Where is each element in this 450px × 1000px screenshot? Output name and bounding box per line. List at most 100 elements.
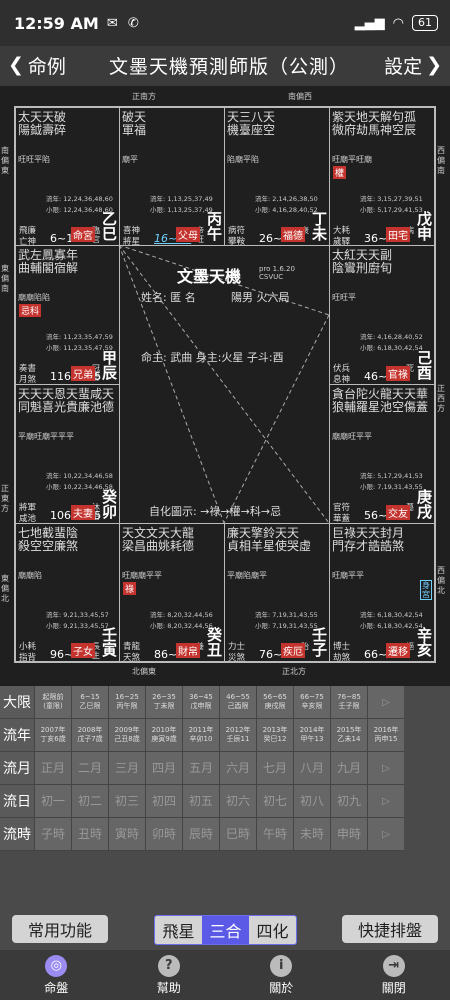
- liuri-cell[interactable]: 初四: [145, 785, 182, 818]
- daxian-cell[interactable]: 46~55 己酉限: [219, 686, 256, 719]
- liuri-cell[interactable]: 初一: [34, 785, 71, 818]
- liunian-cell[interactable]: 2016年 丙申15: [367, 719, 404, 752]
- liuyue-cell[interactable]: 八月: [293, 752, 330, 785]
- palace-chou[interactable]: 天文文天大龍 梁昌曲姚耗德 旺廟廟平平 祿 流年: 8,20,32,44,56 小限…: [119, 523, 225, 662]
- daxian-cell[interactable]: 16~25 丙午限: [108, 686, 145, 719]
- minor-gods: 官符 華蓋 官符: [333, 503, 351, 524]
- liuyue-cell[interactable]: 九月: [330, 752, 367, 785]
- liushi-cell[interactable]: 午時: [256, 818, 293, 851]
- nav-close[interactable]: ⇥ 關閉: [338, 950, 450, 1000]
- palace-name: 疾厄: [281, 643, 305, 658]
- liunian-cell[interactable]: 2014年 甲午13: [293, 719, 330, 752]
- sihua-badge: 權: [333, 166, 347, 179]
- liunian-cell[interactable]: 2015年 乙未14: [330, 719, 367, 752]
- mode-sanhe[interactable]: 三合: [202, 916, 249, 944]
- liuri-cell[interactable]: 初八: [293, 785, 330, 818]
- palace-you[interactable]: 太紅天天副 陰鸞刑廚旬 旺旺平 流年: 4,16,28,40,52 小限: 6,18…: [329, 245, 435, 385]
- palace-shen[interactable]: 紫天地天解句孤 微府劫馬神空辰 旺廟平旺廟 權 流年: 3,15,27,39,51…: [329, 107, 435, 246]
- star-list: 太天天破 陽鉞壽碎: [18, 110, 67, 137]
- chart-area: 正南方 南偏西 北偏東 正北方 南偏東 東偏南 正東方 東偏北 西偏南 正西方 …: [0, 86, 450, 686]
- liuri-cell[interactable]: 初二: [71, 785, 108, 818]
- mode-sihua[interactable]: 四化: [249, 916, 296, 944]
- palace-xu[interactable]: 貪台陀火龍天天華 狼輔羅星池空傷蓋 廟廟旺平平 流年: 5,17,29,41,53…: [329, 384, 435, 524]
- title-bar: ❮ 命例 文墨天機預測師版（公測） 設定 ❯: [0, 46, 450, 84]
- play-arrow-icon[interactable]: ▷: [367, 818, 404, 851]
- help-icon: ?: [157, 954, 180, 977]
- row-label: 流月: [0, 752, 34, 785]
- liushi-cell[interactable]: 丑時: [71, 818, 108, 851]
- daxian-cell[interactable]: 36~45 戊申限: [182, 686, 219, 719]
- star-list: 貪台陀火龍天天華 狼輔羅星池空傷蓋: [332, 387, 429, 414]
- liuyue-cell[interactable]: 六月: [219, 752, 256, 785]
- palace-zi[interactable]: 廉天擎鈴天天 貞相羊星使哭虛 平廟陷廟平 流年: 7,19,31,43,55 小限:…: [224, 523, 330, 662]
- liushi-cell[interactable]: 寅時: [108, 818, 145, 851]
- daxian-cell[interactable]: 起限前 (童限): [34, 686, 71, 719]
- nav-chart[interactable]: ◎ 命盤: [0, 950, 113, 1000]
- liuri-cell[interactable]: 初九: [330, 785, 367, 818]
- minor-gods: 青龍 天煞 龍德: [123, 642, 141, 662]
- liushi-cell[interactable]: 辰時: [182, 818, 219, 851]
- liuyue-cell[interactable]: 二月: [71, 752, 108, 785]
- liushi-cell[interactable]: 申時: [330, 818, 367, 851]
- palace-name: 父母: [176, 227, 200, 242]
- liushi-cell[interactable]: 未時: [293, 818, 330, 851]
- signal-icon: ▂▄▆: [354, 15, 385, 31]
- liunian-cell[interactable]: 2011年 辛卯10: [182, 719, 219, 752]
- liuri-cell[interactable]: 初七: [256, 785, 293, 818]
- daxian-cell[interactable]: 6~15 乙巳限: [71, 686, 108, 719]
- liushi-cell[interactable]: 卯時: [145, 818, 182, 851]
- liuri-cell[interactable]: 初三: [108, 785, 145, 818]
- star-list: 七地截蜚陰 殺空空廉煞: [18, 526, 79, 553]
- daxian-cell[interactable]: 26~35 丁未限: [145, 686, 182, 719]
- liuri-cell[interactable]: 初五: [182, 785, 219, 818]
- palace-wei[interactable]: 天三八天 機臺座空 陷廟平陷 流年: 2,14,26,38,50 小限: 4,16,…: [224, 107, 330, 246]
- palace-si[interactable]: 太天天破 陽鉞壽碎 旺旺平陷 流年: 12,24,36,48,60 小限: 12,2…: [15, 107, 120, 246]
- liuyue-cell[interactable]: 五月: [182, 752, 219, 785]
- nav-about[interactable]: i 關於: [225, 950, 338, 1000]
- palace-hai[interactable]: 巨祿天天封月 門存才誥誥煞 旺廟平平 身宮 流年: 6,18,30,42,54 小限…: [329, 523, 435, 662]
- minor-gods: 將軍 咸池 天德: [19, 503, 37, 524]
- liuyue-cell[interactable]: 正月: [34, 752, 71, 785]
- liuri-cell[interactable]: 初六: [219, 785, 256, 818]
- sihua-badge: 忌科: [19, 304, 42, 317]
- row-label: 流時: [0, 818, 34, 851]
- palace-name: 兄弟: [71, 366, 95, 381]
- play-arrow-icon[interactable]: ▷: [367, 752, 404, 785]
- common-functions-button[interactable]: 常用功能: [12, 915, 108, 943]
- palace-wu[interactable]: 破天 軍福 廟平 流年: 1,13,25,37,49 小限: 1,13,25,37,…: [119, 107, 225, 246]
- palace-yin[interactable]: 七地截蜚陰 殺空空廉煞 廟廟陷 流年: 9,21,33,45,57 小限: 9,21…: [15, 523, 120, 662]
- daxian-cell[interactable]: 56~65 庚戌限: [256, 686, 293, 719]
- year-list: 流年: 6,18,30,42,54 小限: 6,18,30,42,54: [360, 611, 423, 630]
- liunian-cell[interactable]: 2009年 己丑8歲: [108, 719, 145, 752]
- back-button[interactable]: ❮ 命例: [0, 52, 86, 79]
- year-list: 流年: 1,13,25,37,49 小限: 1,13,25,37,49: [150, 195, 213, 214]
- nav-help[interactable]: ? 幫助: [113, 950, 226, 1000]
- status-time: 12:59 AM: [14, 13, 99, 33]
- star-brightness: 廟廟陷: [18, 571, 42, 580]
- palace-chen[interactable]: 武左鳳寡年 曲輔閣宿解 廟廟陷陷 忌科 流年: 11,23,35,47,59 小限:…: [15, 245, 120, 385]
- liushi-cell[interactable]: 巳時: [219, 818, 256, 851]
- daxian-cell[interactable]: 76~85 壬子限: [330, 686, 367, 719]
- liunian-cell[interactable]: 2013年 癸巳12: [256, 719, 293, 752]
- star-brightness: 廟平: [122, 155, 138, 164]
- row-label: 大限: [0, 686, 34, 719]
- liuyue-cell[interactable]: 四月: [145, 752, 182, 785]
- liuyue-cell[interactable]: 三月: [108, 752, 145, 785]
- play-arrow-icon[interactable]: ▷: [367, 785, 404, 818]
- daxian-cell[interactable]: 66~75 辛亥限: [293, 686, 330, 719]
- liunian-cell[interactable]: 2007年 丁亥6歲: [34, 719, 71, 752]
- palace-name: 官祿: [386, 366, 410, 381]
- mode-feixing[interactable]: 飛星: [155, 916, 202, 944]
- compass-label: 西偏南: [437, 146, 445, 175]
- quick-chart-button[interactable]: 快捷排盤: [342, 915, 438, 943]
- liunian-cell[interactable]: 2008年 戊子7歲: [71, 719, 108, 752]
- liuyue-cell[interactable]: 七月: [256, 752, 293, 785]
- liunian-cell[interactable]: 2012年 壬辰11: [219, 719, 256, 752]
- liushi-cell[interactable]: 子時: [34, 818, 71, 851]
- play-arrow-icon[interactable]: ▷: [367, 686, 404, 719]
- palace-mao[interactable]: 天天天恩天蜚咸天 同魁喜光貴廉池德 平廟旺廟平平平 流年: 10,22,34,46…: [15, 384, 120, 524]
- row-liunian: 流年 2007年 丁亥6歲 2008年 戊子7歲 2009年 己丑8歲 2010年 庚寅…: [0, 719, 450, 752]
- back-label: 命例: [27, 55, 66, 78]
- liunian-cell[interactable]: 2010年 庚寅9歲: [145, 719, 182, 752]
- settings-button[interactable]: 設定 ❯: [372, 52, 450, 79]
